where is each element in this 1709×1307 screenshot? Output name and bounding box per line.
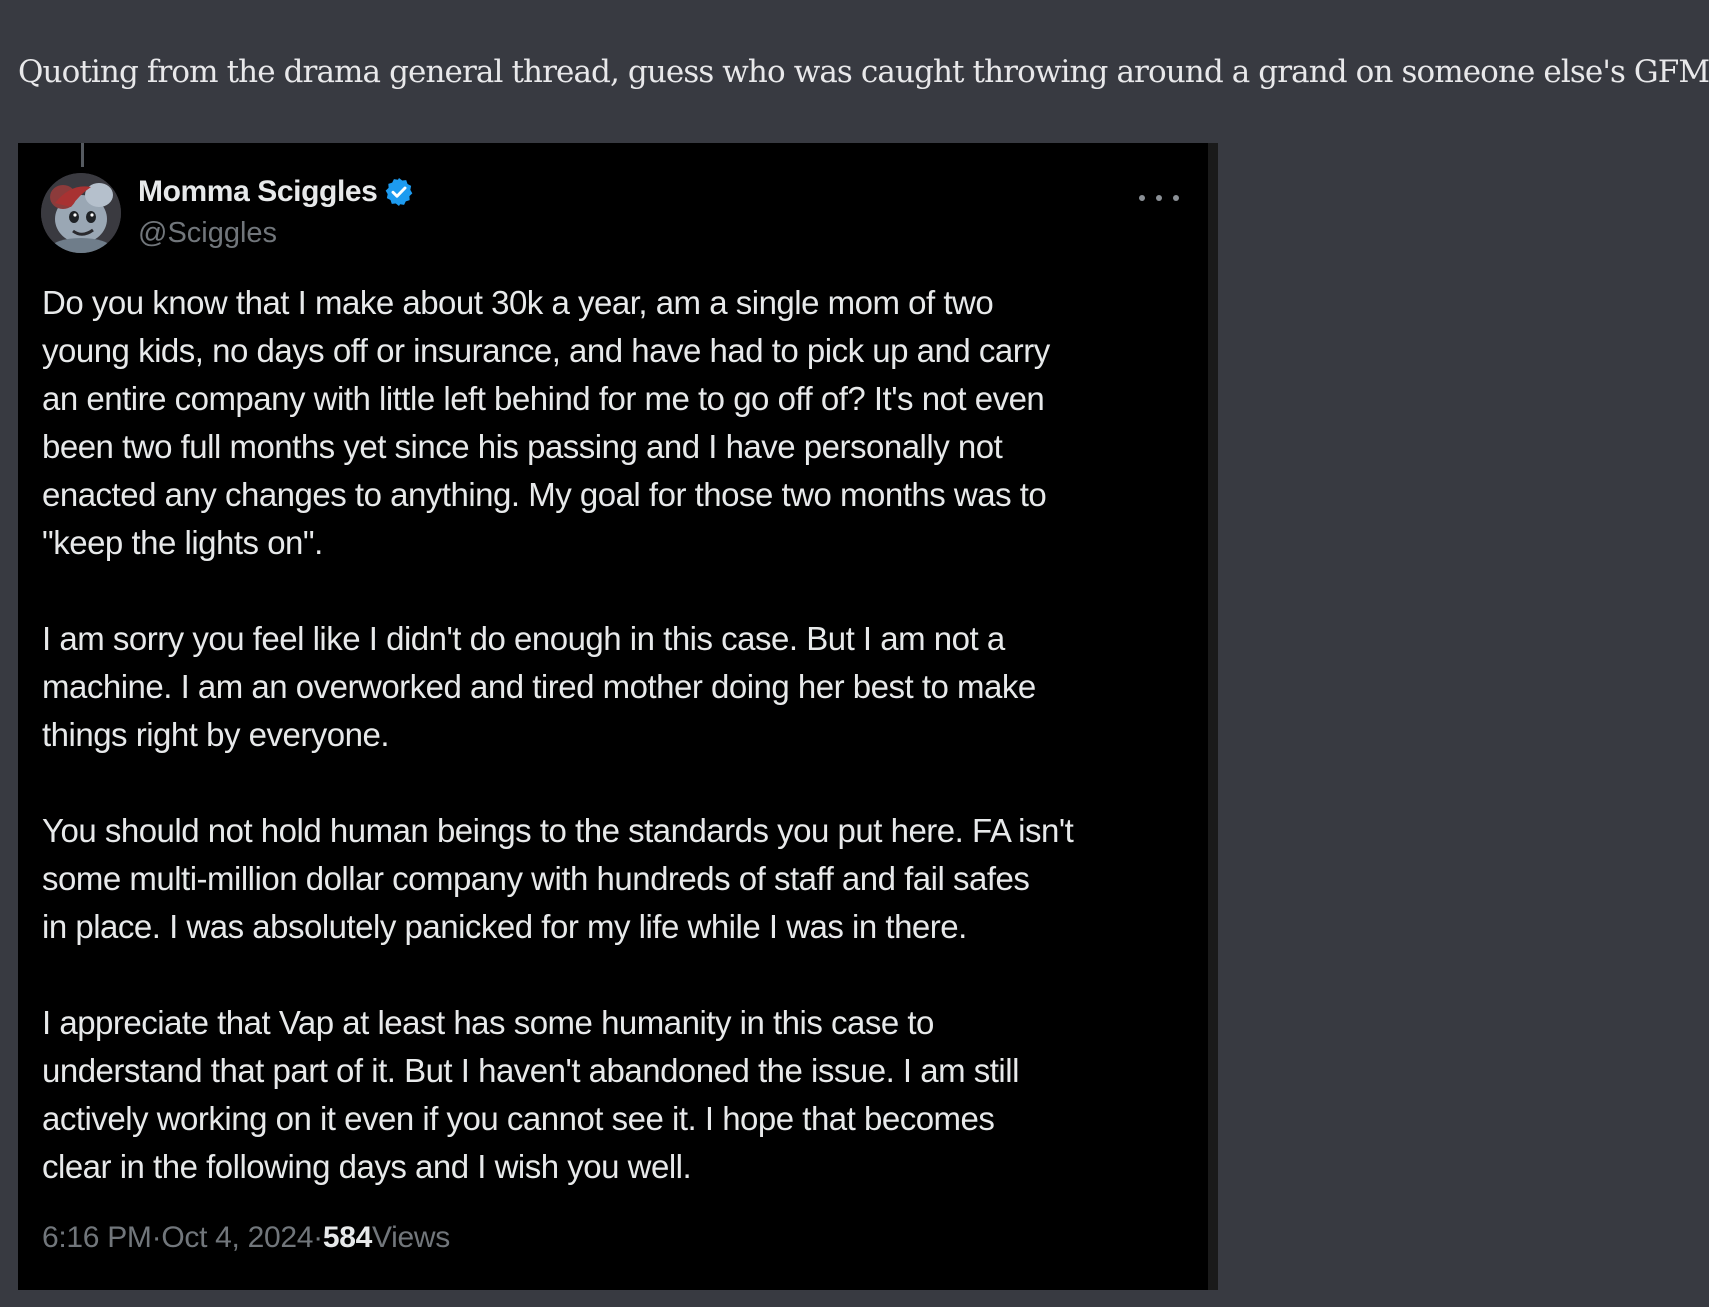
tweet-body: Do you know that I make about 30k a year… — [42, 279, 1202, 1239]
avatar-image[interactable] — [41, 173, 121, 253]
thread-connector-line — [81, 143, 84, 167]
post-text: Quoting from the drama general thread, g… — [18, 54, 1709, 90]
more-options-icon[interactable] — [1139, 187, 1179, 209]
embed-edge — [1208, 143, 1218, 1290]
display-name[interactable]: Momma Sciggles — [138, 175, 378, 209]
avatar-illustration — [41, 173, 121, 253]
verified-badge-icon — [383, 176, 415, 208]
tweet-paragraph: I am sorry you feel like I didn't do eno… — [42, 620, 1036, 753]
tweet-paragraph: Do you know that I make about 30k a year… — [42, 284, 1050, 561]
tweet-date[interactable]: Oct 4, 2024 — [161, 1221, 313, 1255]
handle[interactable]: @Sciggles — [138, 213, 415, 253]
more-dot — [1173, 195, 1179, 201]
tweet-author[interactable]: Momma Sciggles @Sciggles — [138, 171, 415, 253]
views-count: 584 — [322, 1221, 372, 1254]
tweet-paragraph: I appreciate that Vap at least has some … — [42, 1004, 1019, 1185]
meta-separator: · — [313, 1221, 323, 1254]
embedded-tweet-image[interactable]: Momma Sciggles @Sciggles Do you know tha… — [18, 143, 1218, 1290]
name-row: Momma Sciggles — [138, 171, 415, 213]
tweet-paragraph: You should not hold human beings to the … — [42, 812, 1074, 945]
tweet-meta: 6:16 PM · Oct 4, 2024 · 584 Views — [42, 1221, 450, 1255]
views-label: Views — [372, 1221, 450, 1254]
more-dot — [1139, 195, 1145, 201]
more-dot — [1156, 195, 1162, 201]
tweet-time[interactable]: 6:16 PM — [42, 1221, 152, 1255]
meta-separator: · — [151, 1221, 162, 1254]
